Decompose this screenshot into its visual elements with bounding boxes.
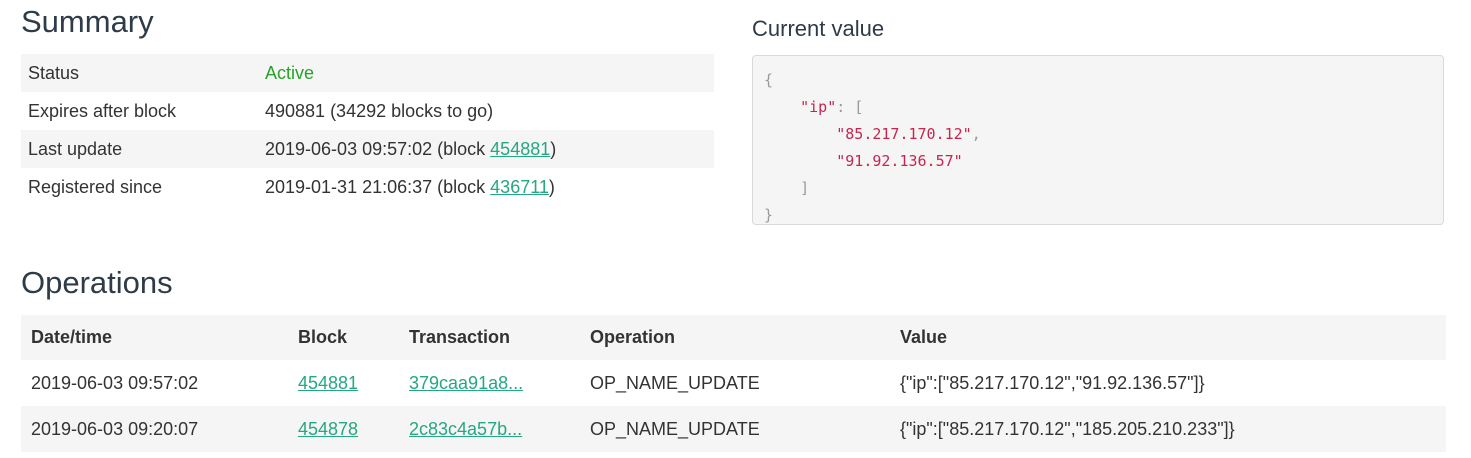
json-punct: , <box>971 125 981 143</box>
code-line-2: "ip": [ <box>764 94 1432 121</box>
transaction-link[interactable]: 2c83c4a57b... <box>409 419 522 439</box>
row-value: {"ip":["85.217.170.12","185.205.210.233"… <box>890 406 1446 452</box>
last-update-value: 2019-06-03 09:57:02 (block 454881) <box>258 130 714 168</box>
current-value-code: { "ip": [ "85.217.170.12", "91.92.136.57… <box>752 55 1444 225</box>
header-block: Block <box>288 315 399 360</box>
table-row: 2019-06-03 09:20:07 454878 2c83c4a57b...… <box>21 406 1446 452</box>
summary-table: Status Active Expires after block 490881… <box>21 54 714 206</box>
row-value: {"ip":["85.217.170.12","91.92.136.57"]} <box>900 372 1205 393</box>
last-update-block-link[interactable]: 454881 <box>490 139 550 159</box>
operations-table: Date/time Block Transaction Operation Va… <box>21 315 1446 452</box>
code-line-3: "85.217.170.12", <box>764 121 1432 148</box>
last-update-text: 2019-06-03 09:57:02 (block <box>265 138 491 159</box>
transaction-link[interactable]: 379caa91a8... <box>409 373 523 393</box>
block-link[interactable]: 454878 <box>298 419 358 439</box>
row-transaction: 379caa91a8... <box>399 360 580 406</box>
expires-label: Expires after block <box>28 100 177 121</box>
json-punct: : [ <box>836 98 864 116</box>
summary-title: Summary <box>21 4 154 39</box>
header-datetime: Date/time <box>21 315 288 360</box>
last-update-label: Last update <box>28 138 123 159</box>
row-block: 454881 <box>288 360 399 406</box>
operations-title: Operations <box>21 265 173 300</box>
status-value: Active <box>258 54 714 92</box>
header-value: Value <box>890 315 1446 360</box>
row-transaction: 2c83c4a57b... <box>399 406 580 452</box>
row-operation: OP_NAME_UPDATE <box>580 406 890 452</box>
json-string: "91.92.136.57" <box>836 152 963 170</box>
last-update-suffix: ) <box>550 138 557 159</box>
registered-text: 2019-01-31 21:06:37 (block <box>265 176 491 197</box>
code-line-5: ] <box>764 179 810 197</box>
summary-row-registered: Registered since 2019-01-31 21:06:37 (bl… <box>21 168 714 206</box>
summary-row-status: Status Active <box>21 54 714 92</box>
code-line-6: } <box>764 206 774 224</box>
row-block: 454878 <box>288 406 399 452</box>
code-line-1: { <box>764 71 774 89</box>
row-operation: OP_NAME_UPDATE <box>590 372 760 393</box>
registered-suffix: ) <box>548 176 555 197</box>
operations-header-row: Date/time Block Transaction Operation Va… <box>21 315 1446 360</box>
expires-value: 490881 (34292 blocks to go) <box>265 100 494 121</box>
registered-label: Registered since <box>28 176 163 197</box>
header-operation: Operation <box>580 315 890 360</box>
current-value-title: Current value <box>752 16 885 41</box>
registered-block-link[interactable]: 436711 <box>490 177 549 197</box>
registered-value: 2019-01-31 21:06:37 (block 436711) <box>258 168 714 206</box>
json-key: "ip" <box>800 98 837 116</box>
row-datetime: 2019-06-03 09:20:07 <box>21 406 288 452</box>
summary-row-expires: Expires after block 490881 (34292 blocks… <box>21 92 714 130</box>
summary-row-last-update: Last update 2019-06-03 09:57:02 (block 4… <box>21 130 714 168</box>
block-link[interactable]: 454881 <box>298 373 358 393</box>
code-line-4: "91.92.136.57" <box>764 148 1432 175</box>
table-row: 2019-06-03 09:57:02 454881 379caa91a8...… <box>21 360 1446 406</box>
header-transaction: Transaction <box>399 315 580 360</box>
status-label: Status <box>28 62 80 83</box>
row-datetime: 2019-06-03 09:57:02 <box>31 372 199 393</box>
status-badge: Active <box>265 62 315 83</box>
json-string: "85.217.170.12" <box>836 125 972 143</box>
